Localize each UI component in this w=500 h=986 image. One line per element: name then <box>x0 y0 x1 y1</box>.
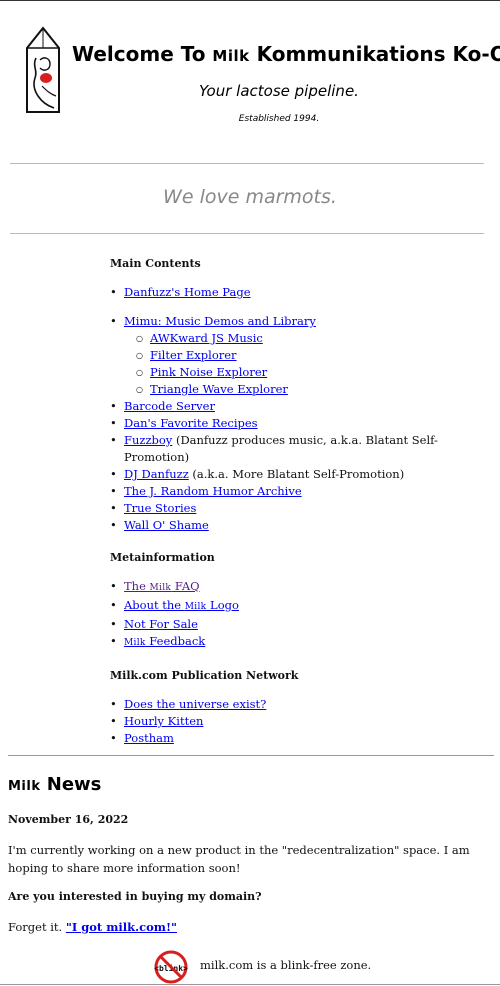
main-contents-list: Danfuzz's Home Page <box>110 284 490 301</box>
list-item: Mimu: Music Demos and Library AWKward JS… <box>110 313 490 398</box>
fuzzboy-note: (Danfuzz produces music, a.k.a. Blatant … <box>124 433 438 464</box>
list-item: Postham <box>110 730 490 747</box>
milk-logo <box>26 26 60 113</box>
domain-question: Are you interested in buying my domain? <box>8 890 262 903</box>
contents: Main Contents Danfuzz's Home Page Mimu: … <box>110 255 490 747</box>
awkward-js-music-link[interactable]: AWKward JS Music <box>150 331 263 345</box>
list-item: The Milk FAQ <box>110 578 490 597</box>
list-item: True Stories <box>110 500 490 517</box>
mimu-sublist: AWKward JS Music Filter Explorer Pink No… <box>136 330 490 398</box>
metainformation-list: The Milk FAQ About the Milk Logo Not For… <box>110 578 490 652</box>
postham-link[interactable]: Postham <box>124 731 174 745</box>
not-for-sale-link[interactable]: Not For Sale <box>124 617 198 631</box>
got-milk-link[interactable]: "I got milk.com!" <box>66 920 177 934</box>
publication-network-list: Does the universe exist? Hourly Kitten P… <box>110 696 490 747</box>
news-text: I'm currently working on a new product i… <box>8 843 470 875</box>
metainformation-heading: Metainformation <box>110 551 215 564</box>
humor-archive-link[interactable]: The J. Random Humor Archive <box>124 484 302 498</box>
recipes-link[interactable]: Dan's Favorite Recipes <box>124 416 258 430</box>
mimu-link[interactable]: Mimu: Music Demos and Library <box>124 314 316 328</box>
list-item: Milk Feedback <box>110 633 490 652</box>
established-date: Established 1994. <box>238 114 320 124</box>
list-item: About the Milk Logo <box>110 597 490 616</box>
dj-danfuzz-note: (a.k.a. More Blatant Self-Promotion) <box>188 467 405 481</box>
fuzzboy-link[interactable]: Fuzzboy <box>124 433 172 447</box>
list-item: Not For Sale <box>110 616 490 633</box>
milk-faq-link[interactable]: The Milk FAQ <box>124 579 200 593</box>
main-contents-list-2: Mimu: Music Demos and Library AWKward JS… <box>110 313 490 534</box>
hourly-kitten-link[interactable]: Hourly Kitten <box>124 714 203 728</box>
news-title: Milk News <box>8 774 102 795</box>
list-item: Barcode Server <box>110 398 490 415</box>
bottom-divider <box>0 984 500 985</box>
blink-free-text: milk.com is a blink-free zone. <box>200 958 372 972</box>
list-item: Danfuzz's Home Page <box>110 284 490 301</box>
about-logo-link[interactable]: About the Milk Logo <box>124 598 239 612</box>
news-date: November 16, 2022 <box>8 813 129 826</box>
list-item: Wall O' Shame <box>110 517 490 534</box>
tagline: Your lactose pipeline. <box>199 82 359 100</box>
site-title: Welcome To Milk Kommunikations Ko-Op <box>72 42 500 66</box>
blink-free-notice: <blink> milk.com is a blink-free zone. <box>152 950 412 984</box>
list-item: Triangle Wave Explorer <box>136 381 490 398</box>
danfuzz-home-link[interactable]: Danfuzz's Home Page <box>124 285 251 299</box>
list-item: The J. Random Humor Archive <box>110 483 490 500</box>
domain-answer: Forget it. "I got milk.com!" <box>8 920 177 934</box>
list-item: Dan's Favorite Recipes <box>110 415 490 432</box>
main-contents-heading: Main Contents <box>110 257 201 270</box>
true-stories-link[interactable]: True Stories <box>124 501 196 515</box>
milk-feedback-link[interactable]: Milk Feedback <box>124 634 205 648</box>
dj-danfuzz-link[interactable]: DJ Danfuzz <box>124 467 189 481</box>
list-item: Fuzzboy (Danfuzz produces music, a.k.a. … <box>110 432 490 466</box>
barcode-server-link[interactable]: Barcode Server <box>124 399 215 413</box>
divider <box>8 755 494 756</box>
site-header: Welcome To Milk Kommunikations Ko-Op You… <box>0 24 500 124</box>
list-item: Does the universe exist? <box>110 696 490 713</box>
list-item: DJ Danfuzz (a.k.a. More Blatant Self-Pro… <box>110 466 490 483</box>
wall-of-shame-link[interactable]: Wall O' Shame <box>124 518 209 532</box>
divider <box>10 233 484 234</box>
marmot-banner: We love marmots. <box>163 186 337 208</box>
list-item: AWKward JS Music <box>136 330 490 347</box>
publication-network-heading: Milk.com Publication Network <box>110 669 299 682</box>
list-item: Hourly Kitten <box>110 713 490 730</box>
pink-noise-explorer-link[interactable]: Pink Noise Explorer <box>150 365 267 379</box>
no-blink-icon: <blink> <box>154 950 188 984</box>
filter-explorer-link[interactable]: Filter Explorer <box>150 348 237 362</box>
universe-exist-link[interactable]: Does the universe exist? <box>124 697 266 711</box>
triangle-wave-explorer-link[interactable]: Triangle Wave Explorer <box>150 382 288 396</box>
list-item: Filter Explorer <box>136 347 490 364</box>
divider <box>10 163 484 164</box>
list-item: Pink Noise Explorer <box>136 364 490 381</box>
top-border <box>0 0 500 1</box>
